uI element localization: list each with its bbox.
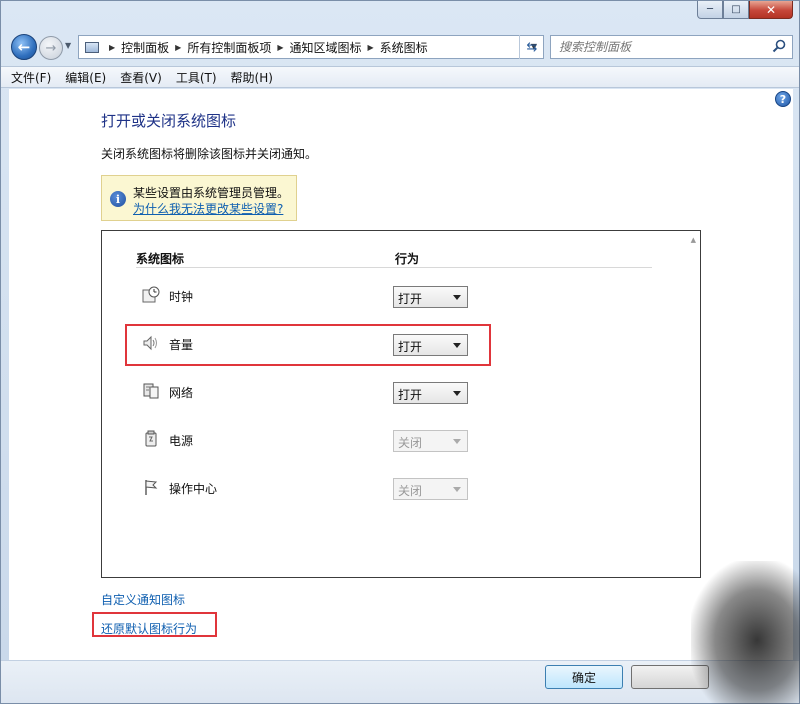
control-panel-window: ─ □ ✕ ← → ▼ ▶ 控制面板 ▶ 所有控制面板项 ▶ 通知区域图标 ▶ … [0,0,800,704]
why-cant-change-link[interactable]: 为什么我无法更改某些设置? [133,200,283,217]
column-header-behavior: 行为 [395,252,420,266]
row-clock: 时钟 打开 [136,282,656,310]
row-label-clock: 时钟 [169,290,194,304]
clock-icon [142,286,160,303]
chevron-down-icon [453,295,461,300]
network-behavior-select[interactable]: 打开 [393,382,468,404]
breadcrumb-separator-icon[interactable]: ▶ [109,43,115,52]
search-input[interactable] [551,36,761,58]
back-button[interactable]: ← [11,34,37,60]
restore-link-highlight [92,612,217,637]
breadcrumb-separator-icon[interactable]: ▶ [368,43,374,52]
page-description: 关闭系统图标将删除该图标并关闭通知。 [101,147,318,161]
flag-icon [145,480,158,495]
maximize-button[interactable]: □ [723,1,749,19]
search-icon[interactable] [772,39,786,53]
column-header-system-icon: 系统图标 [136,252,185,266]
close-button[interactable]: ✕ [749,1,793,19]
network-behavior-value: 打开 [398,388,423,402]
ok-button[interactable]: 确定 [545,665,623,689]
menu-tools[interactable]: 工具(T) [176,67,217,88]
row-power: 电源 关闭 [136,426,656,454]
forward-button[interactable]: → [39,36,63,60]
row-label-power: 电源 [169,434,194,448]
menu-bar: 文件(F) 编辑(E) 查看(V) 工具(T) 帮助(H) [1,66,799,88]
page-title: 打开或关闭系统图标 [101,112,237,130]
clock-behavior-value: 打开 [398,292,423,306]
power-behavior-select[interactable]: 关闭 [393,430,468,452]
menu-help[interactable]: 帮助(H) [231,67,273,88]
chevron-down-icon [453,391,461,396]
cancel-button[interactable] [631,665,709,689]
breadcrumb-notification-icons[interactable]: 通知区域图标 [290,39,362,56]
clock-behavior-select[interactable]: 打开 [393,286,468,308]
row-action-center: 操作中心 关闭 [136,474,656,502]
info-icon: i [110,191,126,207]
refresh-icon[interactable]: ⇆ [519,35,544,59]
row-label-action-center: 操作中心 [169,482,218,496]
address-bar[interactable]: ▶ 控制面板 ▶ 所有控制面板项 ▶ 通知区域图标 ▶ 系统图标 ▼ [78,35,544,59]
scrollbar[interactable]: ▲ [683,231,700,577]
help-icon[interactable]: ? [775,91,791,107]
breadcrumb-all-items[interactable]: 所有控制面板项 [187,39,271,56]
row-network: 网络 打开 [136,378,656,406]
power-icon [145,430,157,447]
control-panel-icon [85,41,99,53]
chevron-down-icon [453,487,461,492]
action-center-behavior-value: 关闭 [398,484,423,498]
menu-edit[interactable]: 编辑(E) [65,67,106,88]
content-area: ? 打开或关闭系统图标 关闭系统图标将删除该图标并关闭通知。 i 某些设置由系统… [9,89,793,660]
address-row: ← → ▼ ▶ 控制面板 ▶ 所有控制面板项 ▶ 通知区域图标 ▶ 系统图标 ▼… [1,31,799,63]
row-label-network: 网络 [169,386,194,400]
menu-file[interactable]: 文件(F) [11,67,51,88]
recent-pages-dropdown-icon[interactable]: ▼ [65,41,71,50]
scroll-up-icon[interactable]: ▲ [691,236,696,244]
system-icons-panel: ▲ 系统图标 行为 时钟 打开 音量 打开 网络 打开 电源 关闭 操作中心 关… [101,230,701,578]
caption-buttons: ─ □ ✕ [697,1,793,21]
admin-info-text: 某些设置由系统管理员管理。 [133,186,290,200]
admin-info-box: i 某些设置由系统管理员管理。 为什么我无法更改某些设置? [101,175,297,221]
breadcrumb-system-icons[interactable]: 系统图标 [380,39,428,56]
search-box[interactable] [550,35,793,59]
action-center-behavior-select[interactable]: 关闭 [393,478,468,500]
network-icon [143,383,159,399]
header-divider [136,267,652,268]
breadcrumb-control-panel[interactable]: 控制面板 [121,39,169,56]
customize-notification-icons-link[interactable]: 自定义通知图标 [101,591,185,608]
dialog-button-bar: 确定 [1,660,799,703]
minimize-button[interactable]: ─ [697,1,723,19]
volume-row-highlight [125,324,491,366]
power-behavior-value: 关闭 [398,436,423,450]
breadcrumb-separator-icon[interactable]: ▶ [277,43,283,52]
chevron-down-icon [453,439,461,444]
menu-view[interactable]: 查看(V) [120,67,162,88]
breadcrumb-separator-icon[interactable]: ▶ [175,43,181,52]
